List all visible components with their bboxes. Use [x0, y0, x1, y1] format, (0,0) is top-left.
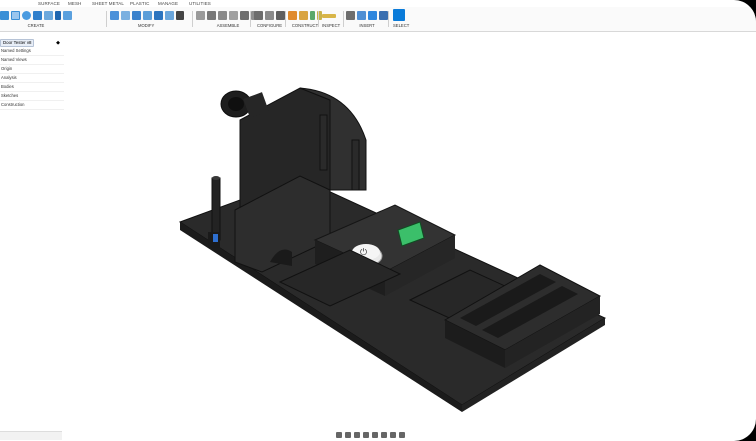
model-viewport[interactable]: ⏻: [0, 0, 756, 441]
pin-1: [319, 114, 328, 171]
zoom-icon[interactable]: [363, 431, 369, 438]
camera-lens: [228, 97, 244, 111]
display-settings-icon[interactable]: [381, 431, 387, 438]
viewports-icon[interactable]: [399, 431, 405, 438]
pan-icon[interactable]: [354, 431, 360, 438]
navigation-bar: [336, 430, 405, 439]
timeline-bar[interactable]: [0, 431, 62, 440]
connector-blue: [213, 234, 218, 242]
orbit-icon[interactable]: [336, 431, 342, 438]
fusion-window: SURFACE MESH SHEET METAL PLASTIC MANAGE …: [0, 0, 756, 441]
left-post-cap: [212, 176, 220, 180]
look-at-icon[interactable]: [345, 431, 351, 438]
fit-icon[interactable]: [372, 431, 378, 438]
pin-2: [351, 139, 360, 191]
left-post: [211, 177, 221, 241]
grid-settings-icon[interactable]: [390, 431, 396, 438]
